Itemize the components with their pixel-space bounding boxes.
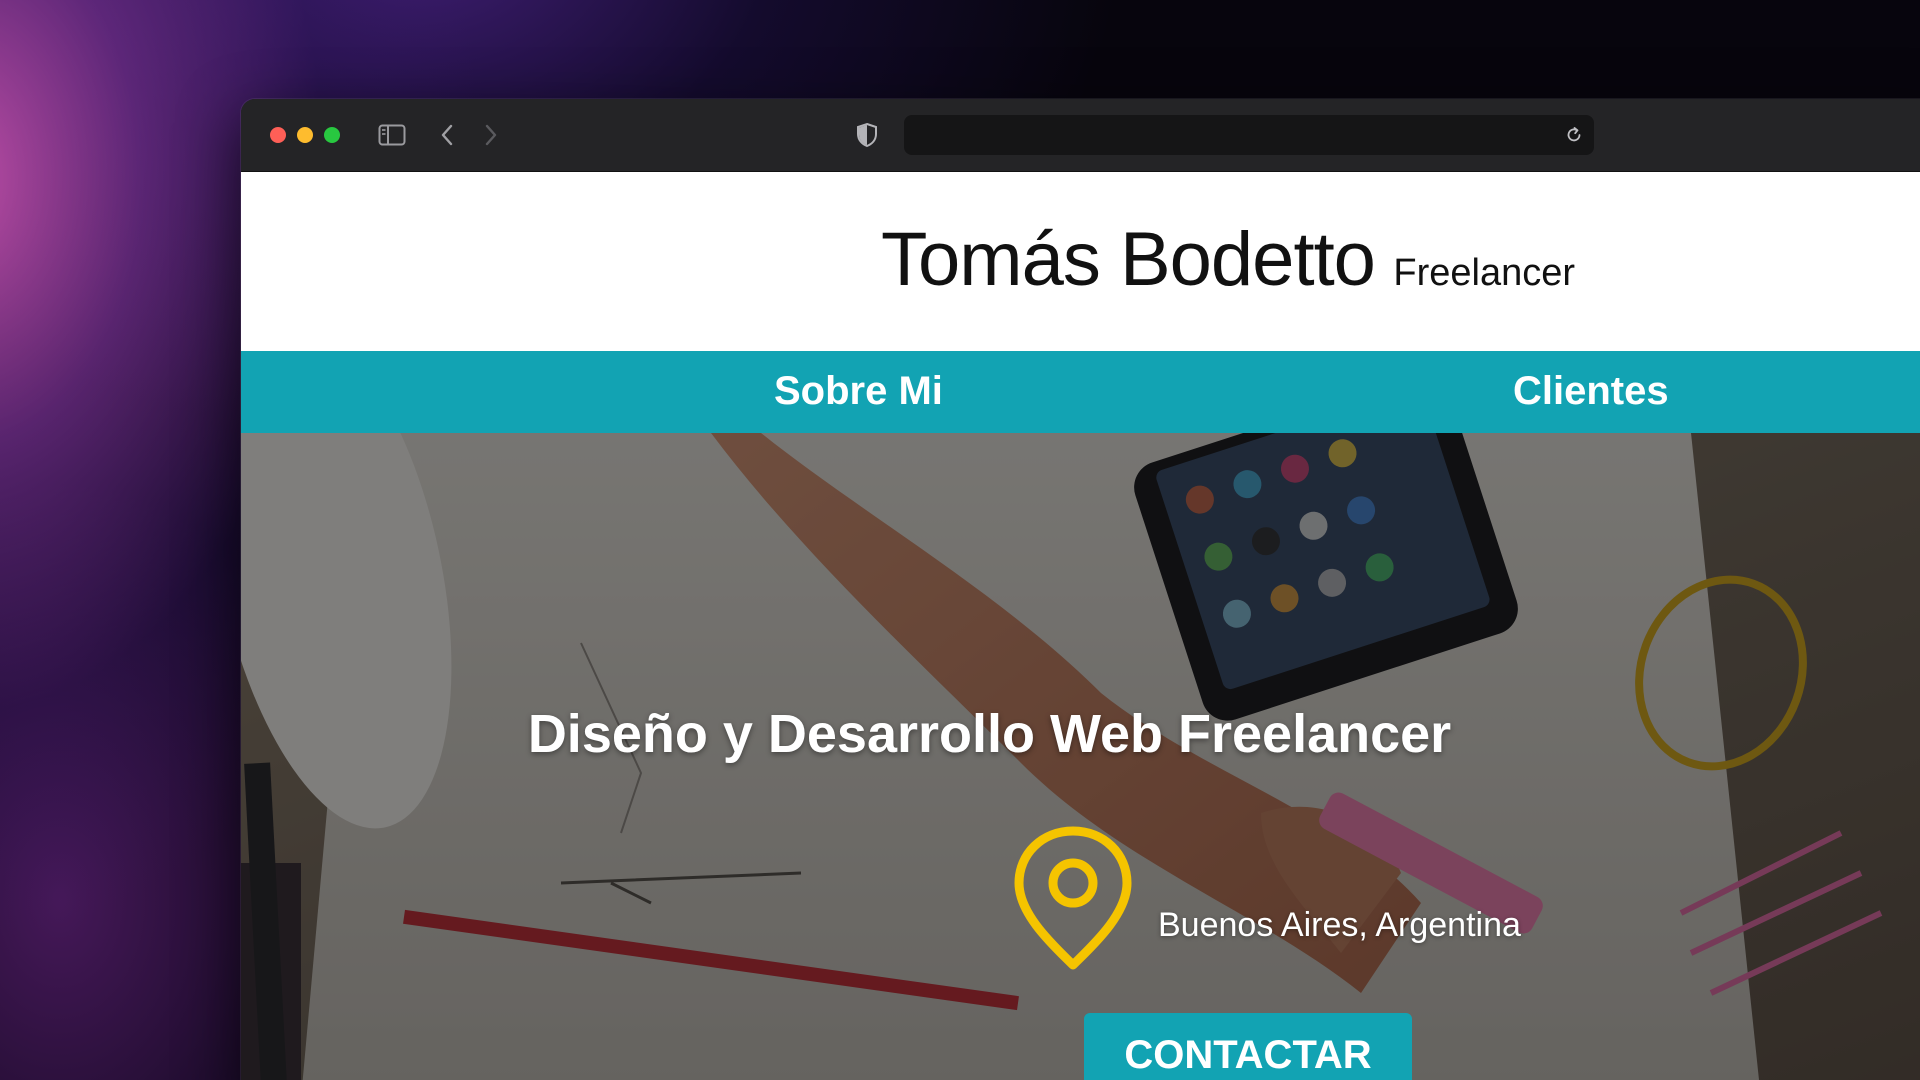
site-header: Tomás Bodetto Freelancer xyxy=(241,172,1920,351)
location-label: Buenos Aires, Argentina xyxy=(1158,906,1521,944)
chevron-right-icon[interactable] xyxy=(479,121,503,149)
site-brand: Tomás Bodetto Freelancer xyxy=(881,216,1575,303)
address-bar[interactable] xyxy=(904,115,1594,155)
sidebar-icon[interactable] xyxy=(375,121,409,149)
map-pin-icon xyxy=(1014,826,1132,970)
close-window-button[interactable] xyxy=(270,127,286,143)
maximize-window-button[interactable] xyxy=(324,127,340,143)
desktop-background: Tomás Bodetto Freelancer Sobre Mi Client… xyxy=(0,0,1920,1080)
contact-button[interactable]: CONTACTAR xyxy=(1084,1013,1412,1080)
nav-item-sobre-mi[interactable]: Sobre Mi xyxy=(774,369,943,414)
site-tagline: Freelancer xyxy=(1393,252,1576,294)
site-title: Tomás Bodetto xyxy=(881,217,1376,302)
browser-window: Tomás Bodetto Freelancer Sobre Mi Client… xyxy=(241,99,1920,1080)
main-nav: Sobre Mi Clientes xyxy=(241,351,1920,433)
shield-icon[interactable] xyxy=(853,121,881,149)
web-page: Tomás Bodetto Freelancer Sobre Mi Client… xyxy=(241,172,1920,1080)
reload-icon[interactable] xyxy=(1562,123,1586,147)
hero-title: Diseño y Desarrollo Web Freelancer xyxy=(527,704,1452,764)
browser-toolbar xyxy=(241,99,1920,172)
nav-item-clientes[interactable]: Clientes xyxy=(1513,369,1669,414)
chevron-left-icon[interactable] xyxy=(435,121,459,149)
minimize-window-button[interactable] xyxy=(297,127,313,143)
hero-section: Diseño y Desarrollo Web Freelancer Bueno… xyxy=(241,433,1920,1080)
